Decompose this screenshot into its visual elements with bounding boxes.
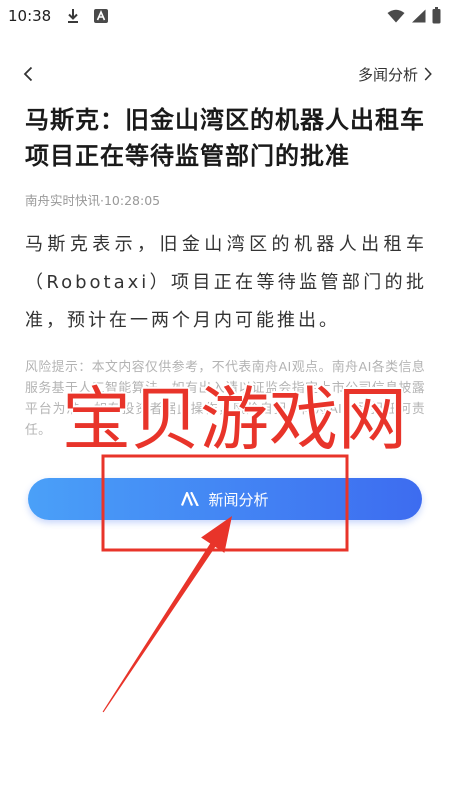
ai-logo-icon	[181, 492, 200, 506]
status-bar: 10:38	[0, 0, 450, 32]
risk-disclaimer: 风险提示：本文内容仅供参考，不代表南舟AI观点。南舟AI各类信息服务基于人工智能…	[25, 360, 425, 438]
battery-icon	[432, 7, 441, 24]
article-body: 马斯克表示，旧金山湾区的机器人出租车（Robotaxi）项目正在等待监管部门的批…	[25, 234, 427, 331]
duowen-analysis-label: 多闻分析	[357, 65, 418, 84]
article-title: 马斯克：旧金山湾区的机器人出租车项目正在等待监管部门的批准	[25, 106, 425, 170]
signal-icon	[412, 9, 426, 23]
chevron-right-icon	[424, 67, 432, 81]
app-a-icon	[94, 9, 108, 23]
download-icon	[68, 9, 78, 23]
article-source-time: 南舟实时快讯·10:28:05	[25, 193, 161, 208]
back-button[interactable]	[18, 62, 38, 86]
chevron-left-icon	[23, 66, 33, 82]
news-analysis-button[interactable]: 新闻分析	[28, 478, 422, 520]
wifi-icon	[387, 9, 405, 23]
duowen-analysis-link[interactable]: 多闻分析	[358, 64, 432, 84]
news-analysis-label: 新闻分析	[208, 490, 269, 509]
annotation-arrow-icon	[102, 516, 232, 713]
status-time: 10:38	[8, 7, 52, 25]
